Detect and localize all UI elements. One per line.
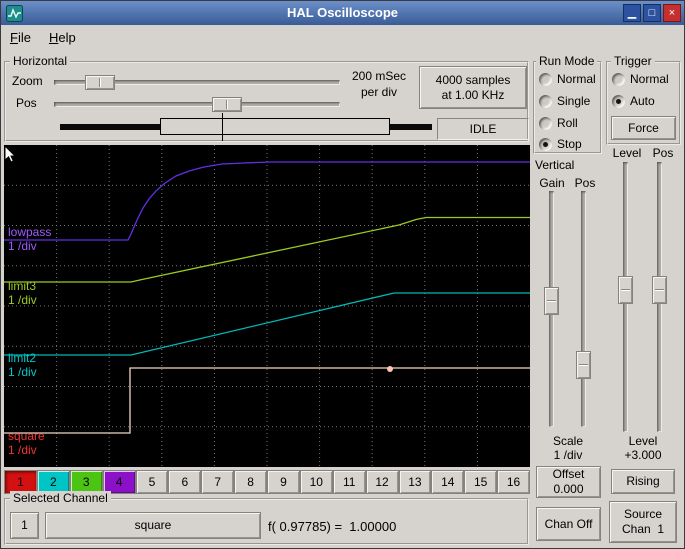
radio-label: Normal: [557, 72, 596, 86]
trigger-source-line1: Source: [623, 507, 663, 521]
menubar: File Help: [1, 25, 684, 50]
channel-button-15[interactable]: 15: [464, 470, 498, 494]
vertical-pos-slider-track[interactable]: [581, 191, 586, 427]
vertical-pos-slider[interactable]: [576, 191, 591, 427]
record-position-bar: [8, 113, 432, 141]
vertical-offset-button[interactable]: Offset 0.000: [536, 466, 601, 498]
record-settings-button[interactable]: 4000 samples at 1.00 KHz: [419, 66, 527, 109]
record-rate-line: at 1.00 KHz: [441, 87, 505, 102]
channel-button-11[interactable]: 11: [332, 470, 366, 494]
selected-channel-frame-label: Selected Channel: [10, 491, 111, 505]
app-window: HAL Oscilloscope ▁ □ × File Help Horizon…: [0, 0, 685, 549]
run-mode-stop-radio[interactable]: Stop: [539, 136, 582, 152]
trigger-position-tick: [222, 113, 223, 141]
channel-button-7[interactable]: 7: [201, 470, 235, 494]
trigger-level-caption: Level: [628, 434, 658, 448]
channel-button-6[interactable]: 6: [168, 470, 202, 494]
scope-channel-label-limit2: limit2 1 /div: [8, 351, 37, 379]
channel-button-12[interactable]: 12: [365, 470, 399, 494]
time-per-div-units: per div: [360, 85, 398, 99]
trigger-level-slider[interactable]: [618, 162, 633, 432]
horizontal-pos-slider-handle[interactable]: [212, 97, 242, 112]
trigger-source-line2: Chan 1: [621, 522, 665, 536]
zoom-label: Zoom: [12, 74, 43, 88]
maximize-icon[interactable]: □: [643, 4, 661, 22]
trigger-level-value: +3.000: [624, 448, 662, 462]
time-per-div-value: 200 mSec: [351, 69, 407, 83]
scope-channel-label-lowpass: lowpass 1 /div: [8, 225, 52, 253]
radio-label: Normal: [630, 72, 669, 86]
radio-icon: [539, 72, 552, 86]
acquisition-status: IDLE: [437, 118, 529, 140]
run-mode-roll-radio[interactable]: Roll: [539, 115, 578, 131]
scope-channel-label-square: square 1 /div: [8, 429, 45, 457]
window-title: HAL Oscilloscope: [286, 5, 398, 20]
radio-icon: [612, 94, 625, 108]
window-controls: ▁ □ ×: [623, 4, 681, 22]
vertical-scale-caption: Scale: [552, 434, 584, 448]
channel-button-9[interactable]: 9: [267, 470, 300, 494]
radio-icon: [612, 72, 625, 86]
horizontal-pos-slider-track[interactable]: [54, 102, 340, 107]
mouse-cursor: [4, 145, 17, 163]
minimize-icon[interactable]: ▁: [623, 4, 641, 22]
vertical-gain-slider[interactable]: [544, 191, 559, 427]
radio-icon: [539, 116, 552, 130]
trigger-source-button[interactable]: Source Chan 1: [609, 501, 677, 543]
channel-button-14[interactable]: 14: [431, 470, 465, 494]
record-samples-line: 4000 samples: [435, 72, 511, 87]
channel-button-8[interactable]: 8: [234, 470, 267, 494]
selected-channel-source-button[interactable]: square: [45, 512, 261, 539]
trigger-level-slider-label: Level: [612, 146, 642, 160]
trigger-pos-slider-handle[interactable]: [652, 276, 667, 304]
trigger-normal-radio[interactable]: Normal: [612, 71, 669, 87]
vertical-scale-value: 1 /div: [553, 448, 583, 462]
scope-plot: [4, 145, 530, 467]
run-mode-frame-label: Run Mode: [536, 54, 598, 68]
trigger-auto-radio[interactable]: Auto: [612, 93, 655, 109]
zoom-slider[interactable]: [54, 75, 340, 90]
trigger-frame-label: Trigger: [611, 54, 655, 68]
horizontal-pos-label: Pos: [16, 96, 37, 110]
force-trigger-button[interactable]: Force: [611, 116, 676, 140]
channel-button-5[interactable]: 5: [135, 470, 169, 494]
trigger-level-slider-handle[interactable]: [618, 276, 633, 304]
radio-label: Single: [557, 94, 591, 108]
vertical-gain-label: Gain: [539, 176, 565, 190]
trigger-marker: [387, 366, 393, 372]
radio-icon: [539, 137, 552, 151]
radio-label: Stop: [557, 137, 582, 151]
vertical-gain-slider-handle[interactable]: [544, 287, 559, 315]
record-window-outline: [160, 118, 390, 135]
menu-file[interactable]: File: [1, 27, 40, 48]
channel-off-button[interactable]: Chan Off: [536, 507, 601, 541]
radio-icon: [539, 94, 552, 108]
scope-channel-label-limit3: limit3 1 /div: [8, 279, 37, 307]
horizontal-frame-label: Horizontal: [10, 54, 71, 68]
horizontal-pos-slider[interactable]: [54, 97, 340, 112]
radio-label: Roll: [557, 116, 578, 130]
run-mode-normal-radio[interactable]: Normal: [539, 71, 596, 87]
channel-button-16[interactable]: 16: [497, 470, 530, 494]
trigger-pos-slider-label: Pos: [652, 146, 674, 160]
channel-button-13[interactable]: 13: [398, 470, 432, 494]
run-mode-single-radio[interactable]: Single: [539, 93, 590, 109]
vertical-section-label: Vertical: [535, 158, 575, 172]
offset-value: 0.000: [553, 482, 584, 496]
zoom-slider-handle[interactable]: [85, 75, 115, 90]
close-icon[interactable]: ×: [663, 4, 681, 22]
menu-help[interactable]: Help: [40, 27, 85, 48]
vertical-pos-slider-handle[interactable]: [576, 351, 591, 379]
selected-channel-number[interactable]: 1: [10, 512, 39, 539]
trigger-edge-button[interactable]: Rising: [611, 469, 675, 494]
trigger-pos-slider[interactable]: [652, 162, 667, 432]
titlebar[interactable]: HAL Oscilloscope ▁ □ ×: [1, 1, 684, 25]
channel-button-10[interactable]: 10: [299, 470, 333, 494]
offset-caption: Offset: [552, 467, 585, 481]
selected-channel-value: f( 0.97785) = 1.00000: [268, 519, 397, 534]
vertical-pos-label: Pos: [574, 176, 596, 190]
radio-label: Auto: [630, 94, 655, 108]
scope-display[interactable]: lowpass 1 /div limit3 1 /div limit2 1 /div squ…: [4, 145, 530, 467]
